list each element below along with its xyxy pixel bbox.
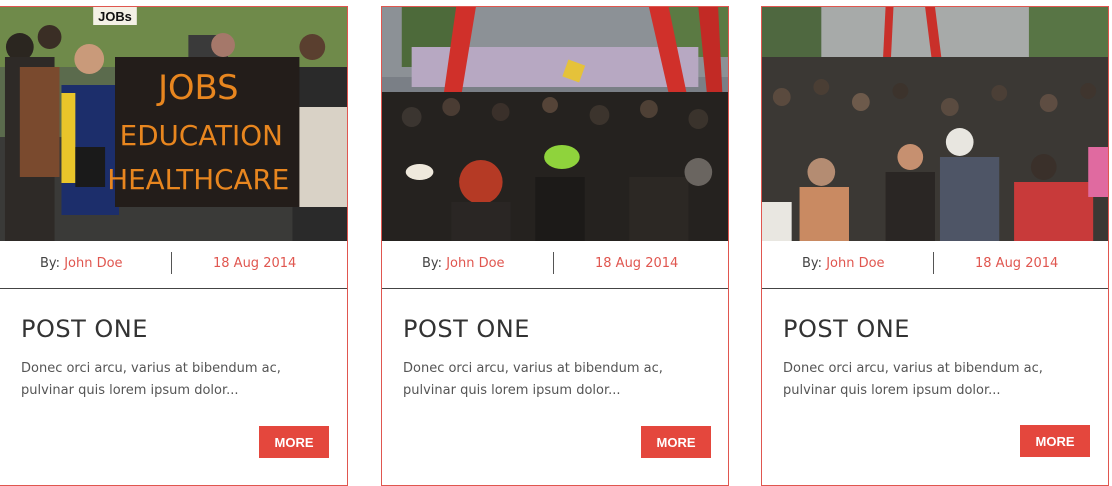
byline: By: John Doe <box>422 256 505 271</box>
small-sign-text: JOBs <box>98 9 132 24</box>
author-link[interactable]: John Doe <box>446 256 504 271</box>
by-label: By: <box>802 256 827 271</box>
post-title[interactable]: POST ONE <box>21 315 148 343</box>
post-excerpt: Donec orci arcu, varius at bibendum ac, … <box>403 361 663 398</box>
post-title[interactable]: POST ONE <box>783 315 910 343</box>
sign-line-1: JOBS <box>156 68 238 107</box>
post-meta: By: John Doe 18 Aug 2014 <box>382 241 728 289</box>
post-date: 18 Aug 2014 <box>975 256 1059 271</box>
post-excerpt: Donec orci arcu, varius at bibendum ac, … <box>783 361 1043 398</box>
by-label: By: <box>422 256 447 271</box>
meta-divider <box>171 252 172 274</box>
meta-divider <box>933 252 934 274</box>
post-card: By: John Doe 18 Aug 2014 POST ONE Donec … <box>761 6 1109 486</box>
more-button[interactable]: MORE <box>641 426 711 458</box>
post-excerpt: Donec orci arcu, varius at bibendum ac, … <box>21 361 281 398</box>
author-link[interactable]: John Doe <box>64 256 122 271</box>
post-meta: By: John Doe 18 Aug 2014 <box>762 241 1108 289</box>
sign-line-2: EDUCATION <box>120 119 283 152</box>
author-link[interactable]: John Doe <box>826 256 884 271</box>
post-photo[interactable] <box>382 7 728 241</box>
post-title[interactable]: POST ONE <box>403 315 530 343</box>
post-photo[interactable] <box>762 7 1108 241</box>
post-card: JOBs JOBS EDUCATION HEALTHCARE By: John … <box>0 6 348 486</box>
meta-divider <box>553 252 554 274</box>
by-label: By: <box>40 256 65 271</box>
post-date: 18 Aug 2014 <box>213 256 297 271</box>
more-button[interactable]: MORE <box>1020 425 1090 457</box>
sign-line-3: HEALTHCARE <box>107 163 289 196</box>
more-button[interactable]: MORE <box>259 426 329 458</box>
post-card: By: John Doe 18 Aug 2014 POST ONE Donec … <box>381 6 729 486</box>
post-photo[interactable]: JOBs JOBS EDUCATION HEALTHCARE <box>0 7 347 241</box>
byline: By: John Doe <box>802 256 885 271</box>
post-meta: By: John Doe 18 Aug 2014 <box>0 241 347 289</box>
post-date: 18 Aug 2014 <box>595 256 679 271</box>
byline: By: John Doe <box>40 256 123 271</box>
